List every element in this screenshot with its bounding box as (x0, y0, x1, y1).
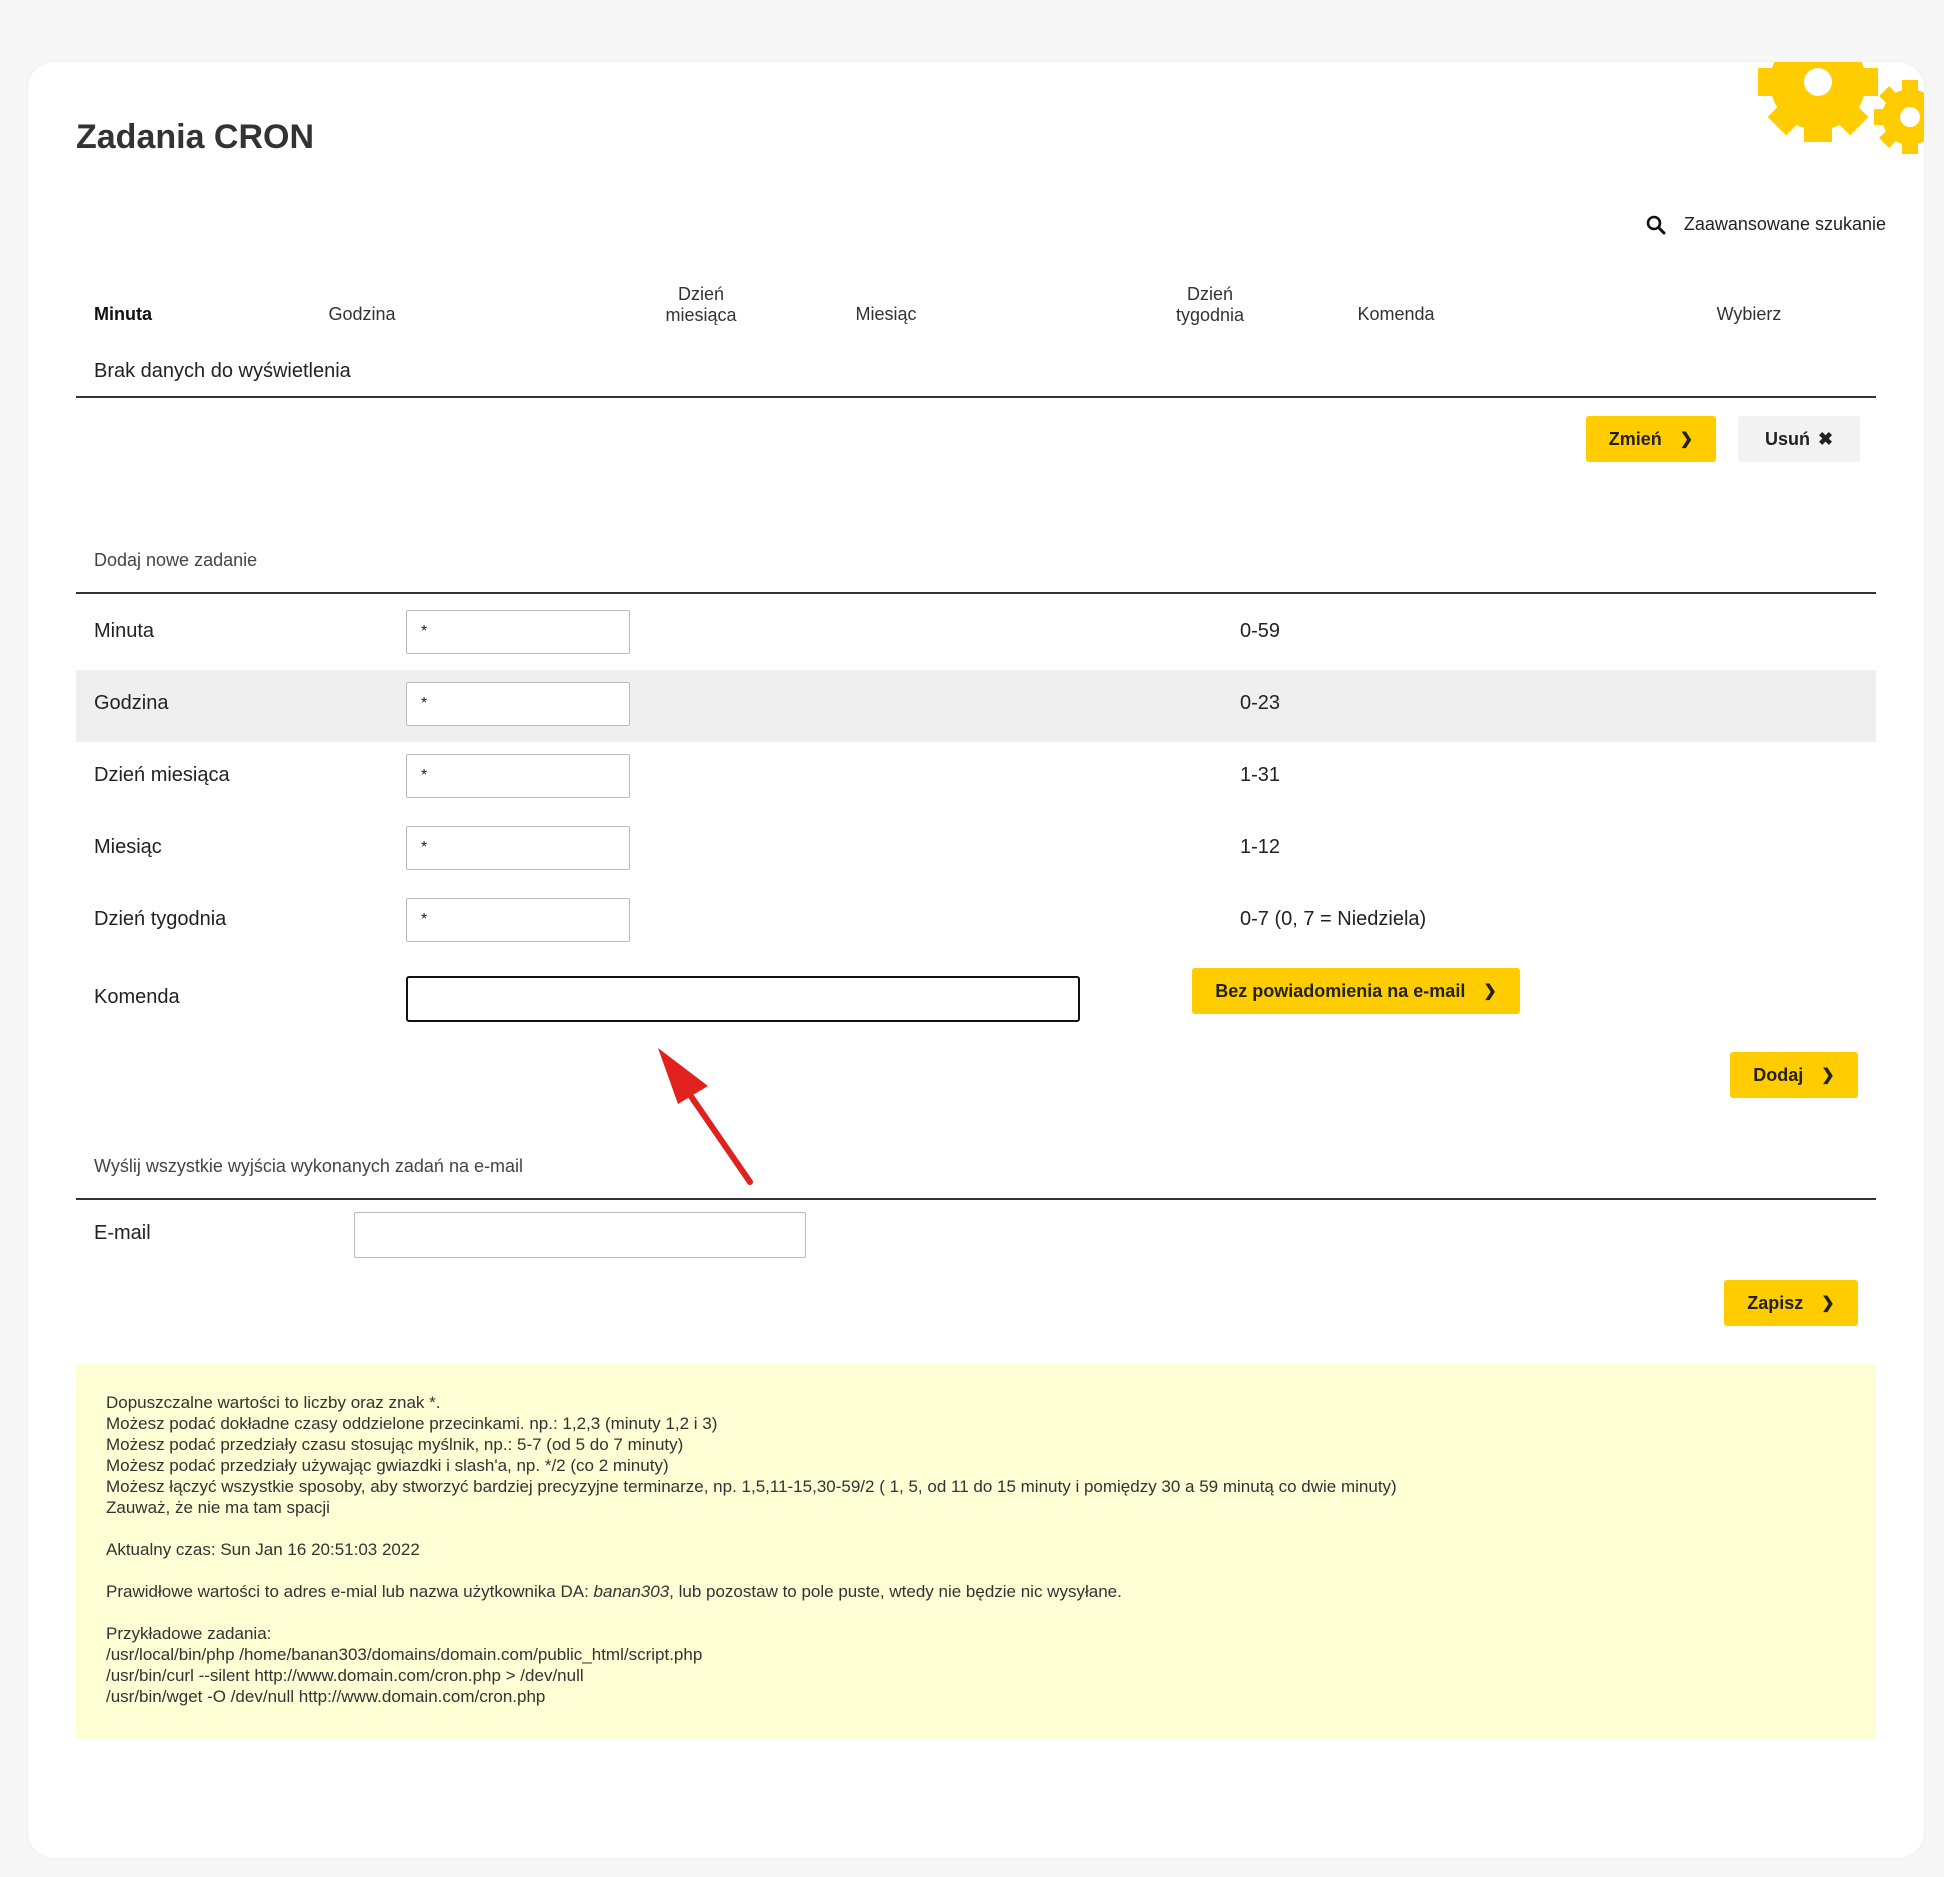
info-line: Dopuszczalne wartości to liczby oraz zna… (106, 1393, 441, 1412)
month-range: 1-12 (1240, 836, 1281, 858)
divider (76, 592, 1876, 594)
info-line: Możesz podać dokładne czasy oddzielone p… (106, 1414, 718, 1433)
column-header-hour[interactable]: Godzina (328, 304, 395, 325)
minute-label: Minuta (94, 620, 155, 642)
email-label: E-mail (94, 1222, 151, 1244)
month-input[interactable] (406, 826, 630, 870)
form-row-day-of-month: Dzień miesiąca 1-31 (76, 742, 1876, 814)
form-row-day-of-week: Dzień tygodnia 0-7 (0, 7 = Niedziela) (76, 886, 1876, 958)
info-line: Zauważ, że nie ma tam spacji (106, 1498, 330, 1517)
no-email-notification-button[interactable]: Bez powiadomienia na e-mail ❯ (1192, 968, 1520, 1014)
day-of-week-range: 0-7 (0, 7 = Niedziela) (1240, 908, 1427, 930)
empty-table-message: Brak danych do wyświetlenia (94, 360, 351, 382)
current-time: Aktualny czas: Sun Jan 16 20:51:03 2022 (106, 1540, 420, 1559)
main-panel: Zadania CRON Zaawansowane szukanie Minut… (28, 62, 1924, 1858)
day-of-week-input[interactable] (406, 898, 630, 942)
hour-input[interactable] (406, 682, 630, 726)
advanced-search-link[interactable]: Zaawansowane szukanie (1646, 214, 1886, 235)
month-label: Miesiąc (94, 836, 162, 858)
form-row-minute: Minuta 0-59 (76, 598, 1876, 670)
column-header-month[interactable]: Miesiąc (855, 304, 916, 325)
day-of-month-range: 1-31 (1240, 764, 1281, 786)
annotation-arrow-icon (658, 1048, 753, 1185)
example-command: /usr/bin/wget -O /dev/null http://www.do… (106, 1687, 546, 1706)
close-icon: ✖ (1817, 428, 1834, 449)
help-info-box: Dopuszczalne wartości to liczby oraz zna… (76, 1364, 1876, 1740)
change-button[interactable]: Zmień ❯ (1586, 416, 1716, 462)
email-note: Prawidłowe wartości to adres e-mial lub … (106, 1582, 1122, 1601)
column-header-minute[interactable]: Minuta (94, 304, 152, 325)
column-header-select[interactable]: Wybierz (1717, 304, 1782, 325)
form-row-hour: Godzina 0-23 (76, 670, 1876, 742)
username: banan303 (593, 1582, 670, 1601)
info-line: Możesz podać przedziały czasu stosując m… (106, 1435, 684, 1454)
save-button[interactable]: Zapisz ❯ (1724, 1280, 1858, 1326)
page-title: Zadania CRON (76, 118, 315, 156)
chevron-right-icon: ❯ (1679, 431, 1694, 448)
example-command: /usr/local/bin/php /home/banan303/domain… (106, 1645, 703, 1664)
day-of-month-input[interactable] (406, 754, 630, 798)
delete-button[interactable]: Usuń ✖ (1738, 416, 1860, 462)
minute-input[interactable] (406, 610, 630, 654)
chevron-right-icon: ❯ (1483, 983, 1497, 1000)
day-of-month-label: Dzień miesiąca (94, 764, 230, 786)
advanced-search-label: Zaawansowane szukanie (1683, 214, 1886, 234)
info-line: Możesz łączyć wszystkie sposoby, aby stw… (106, 1477, 1397, 1496)
chevron-right-icon: ❯ (1821, 1295, 1835, 1312)
hour-range: 0-23 (1240, 692, 1281, 714)
command-label: Komenda (94, 986, 180, 1008)
add-button[interactable]: Dodaj ❯ (1730, 1052, 1858, 1098)
email-section-title: Wyślij wszystkie wyjścia wykonanych zada… (94, 1156, 523, 1176)
add-task-section-title: Dodaj nowe zadanie (94, 550, 258, 570)
gears-icon (1758, 62, 1924, 154)
hour-label: Godzina (94, 692, 169, 714)
minute-range: 0-59 (1240, 620, 1281, 642)
info-line: Możesz podać przedziały używając gwiazdk… (106, 1456, 669, 1475)
column-header-command[interactable]: Komenda (1357, 304, 1434, 325)
chevron-right-icon: ❯ (1821, 1067, 1835, 1084)
form-row-month: Miesiąc 1-12 (76, 814, 1876, 886)
email-input[interactable] (354, 1212, 806, 1258)
column-header-day-of-month[interactable]: Dzień miesiąca (665, 284, 736, 326)
column-header-day-of-week[interactable]: Dzień tygodnia (1176, 284, 1244, 326)
divider (76, 1198, 1876, 1200)
example-command: /usr/bin/curl --silent http://www.domain… (106, 1666, 584, 1685)
day-of-week-label: Dzień tygodnia (94, 908, 227, 930)
search-icon (1646, 215, 1666, 234)
examples-title: Przykładowe zadania: (106, 1624, 272, 1643)
